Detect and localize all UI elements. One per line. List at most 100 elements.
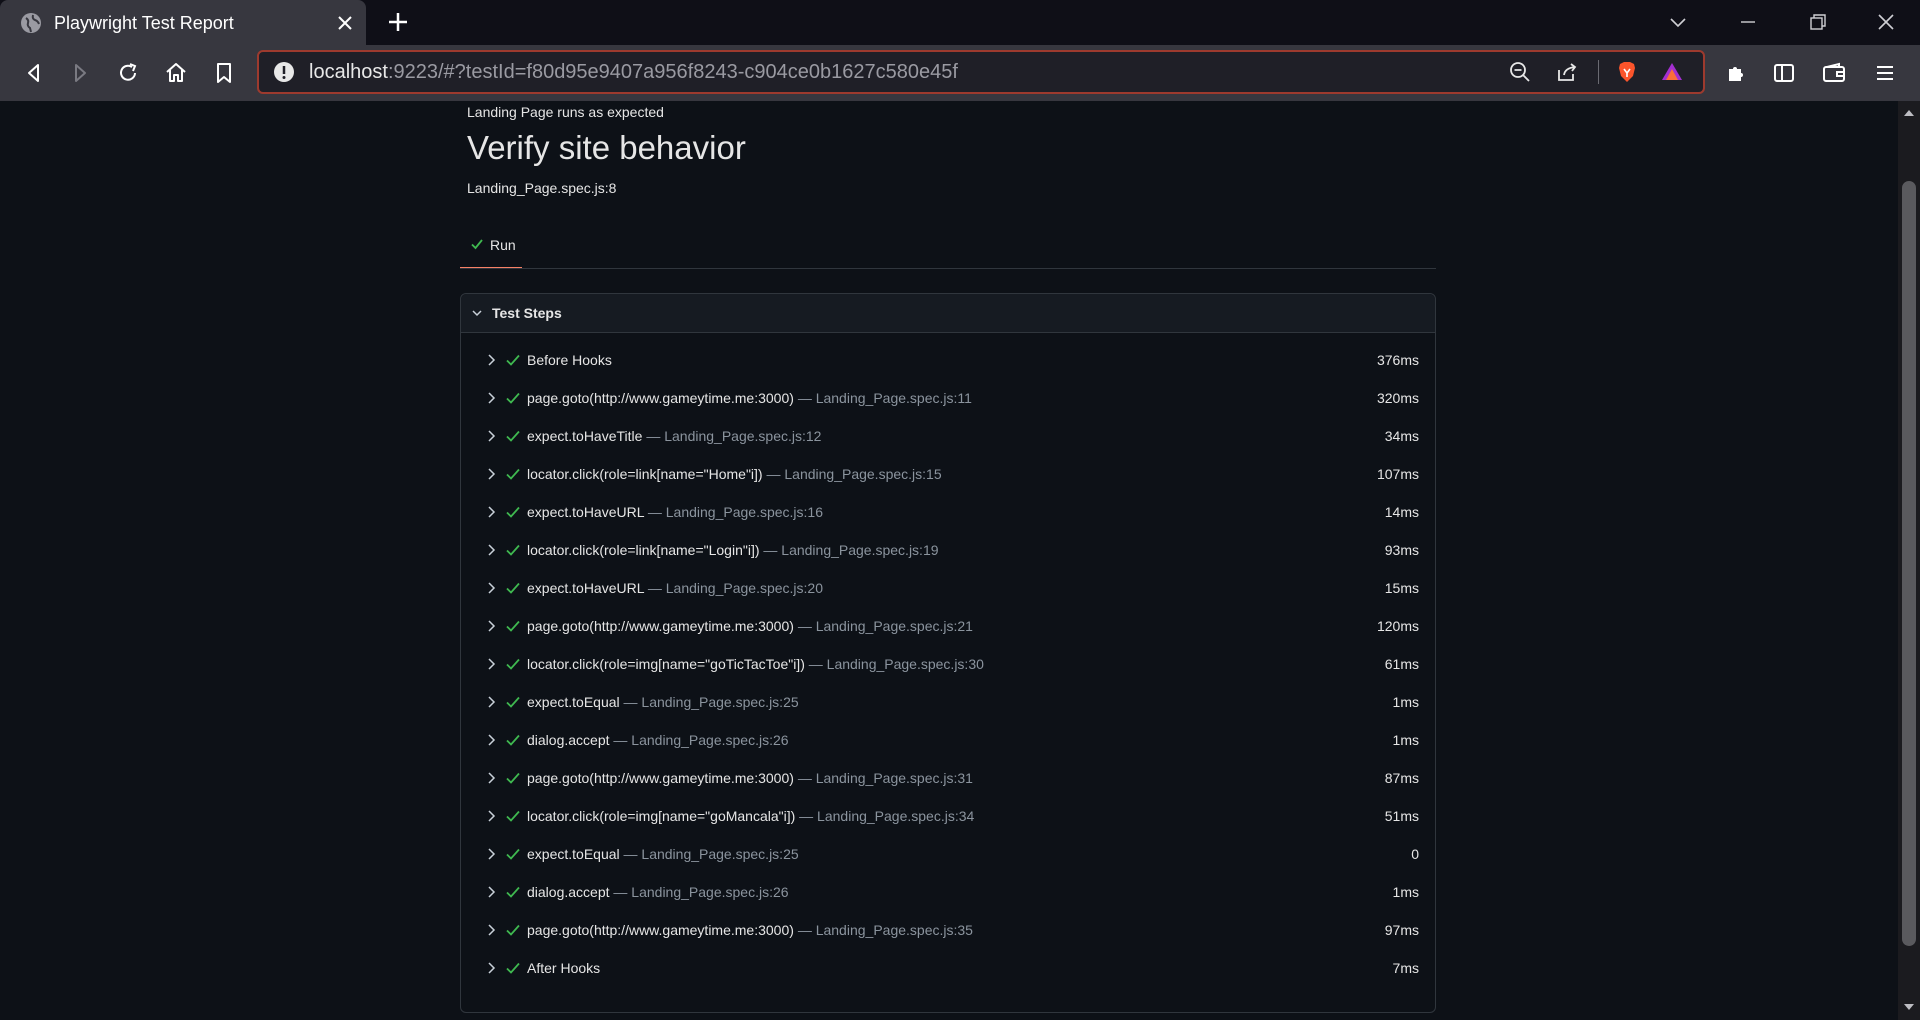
sidebar-icon[interactable] [1772, 61, 1796, 85]
check-icon [506, 582, 520, 594]
step-text: page.goto(http://www.gameytime.me:3000) … [527, 618, 973, 634]
tabs-divider [460, 268, 1436, 269]
step-row[interactable]: dialog.accept — Landing_Page.spec.js:26 1… [461, 721, 1435, 759]
test-path: Landing Page runs as expected [467, 104, 664, 120]
step-row[interactable]: locator.click(role=link[name="Home"i]) —… [461, 455, 1435, 493]
scroll-down-arrow-icon[interactable] [1903, 1001, 1915, 1013]
check-icon [506, 468, 520, 480]
step-row[interactable]: page.goto(http://www.gameytime.me:3000) … [461, 379, 1435, 417]
step-row[interactable]: locator.click(role=img[name="goTicTacToe… [461, 645, 1435, 683]
step-row[interactable]: page.goto(http://www.gameytime.me:3000) … [461, 911, 1435, 949]
step-text: After Hooks [527, 960, 600, 976]
bookmark-icon[interactable] [212, 61, 236, 85]
chevron-right-icon [488, 392, 496, 404]
step-row[interactable]: expect.toHaveURL — Landing_Page.spec.js:… [461, 569, 1435, 607]
chevron-down-icon [472, 310, 482, 317]
step-text: Before Hooks [527, 352, 612, 368]
browser-tab-active[interactable]: Playwright Test Report [0, 0, 366, 45]
page-scrollbar[interactable] [1898, 101, 1920, 1020]
step-text: expect.toEqual — Landing_Page.spec.js:25 [527, 846, 799, 862]
chevron-right-icon [488, 544, 496, 556]
step-row[interactable]: page.goto(http://www.gameytime.me:3000) … [461, 759, 1435, 797]
chevron-right-icon [488, 468, 496, 480]
step-row[interactable]: dialog.accept — Landing_Page.spec.js:26 1… [461, 873, 1435, 911]
step-location: — Landing_Page.spec.js:31 [797, 770, 973, 786]
step-location: — Landing_Page.spec.js:21 [797, 618, 973, 634]
wallet-icon[interactable] [1822, 61, 1846, 85]
reload-icon[interactable] [116, 61, 140, 85]
forward-icon[interactable] [68, 61, 92, 85]
zoom-out-icon[interactable] [1509, 61, 1531, 83]
share-icon[interactable] [1556, 61, 1578, 83]
step-location: — Landing_Page.spec.js:30 [808, 656, 984, 672]
step-text: locator.click(role=link[name="Home"i]) —… [527, 466, 942, 482]
step-row[interactable]: expect.toEqual — Landing_Page.spec.js:25… [461, 683, 1435, 721]
step-text: locator.click(role=link[name="Login"i]) … [527, 542, 939, 558]
report-page: Landing Page runs as expected Verify sit… [0, 101, 1898, 1020]
step-title: page.goto(http://www.gameytime.me:3000) [527, 922, 794, 938]
step-location: — Landing_Page.spec.js:34 [799, 808, 975, 824]
step-row[interactable]: locator.click(role=img[name="goMancala"i… [461, 797, 1435, 835]
step-location: — Landing_Page.spec.js:26 [613, 884, 789, 900]
check-icon [506, 354, 520, 366]
step-title: locator.click(role=img[name="goTicTacToe… [527, 656, 805, 672]
step-location: — Landing_Page.spec.js:20 [647, 580, 823, 596]
step-row[interactable]: expect.toEqual — Landing_Page.spec.js:25… [461, 835, 1435, 873]
tab-search-chevron-icon[interactable] [1668, 12, 1688, 32]
step-duration: 320ms [1376, 390, 1419, 406]
brave-shields-icon[interactable] [1616, 61, 1638, 83]
step-duration: 120ms [1376, 618, 1419, 634]
scroll-up-arrow-icon[interactable] [1903, 107, 1915, 119]
step-text: page.goto(http://www.gameytime.me:3000) … [527, 390, 972, 406]
check-icon [506, 772, 520, 784]
step-location: — Landing_Page.spec.js:19 [763, 542, 939, 558]
test-steps-panel: Test Steps Before Hooks 376ms page.goto(ht… [460, 293, 1436, 1013]
step-text: page.goto(http://www.gameytime.me:3000) … [527, 770, 973, 786]
chevron-right-icon [488, 658, 496, 670]
step-duration: 376ms [1376, 352, 1419, 368]
back-icon[interactable] [22, 61, 46, 85]
url-text[interactable]: localhost:9223/#?testId=f80d95e9407a956f… [309, 61, 958, 84]
chevron-right-icon [488, 886, 496, 898]
step-row[interactable]: expect.toHaveURL — Landing_Page.spec.js:… [461, 493, 1435, 531]
step-row[interactable]: After Hooks 7ms [461, 949, 1435, 987]
tab-run[interactable]: Run [460, 221, 522, 269]
address-bar[interactable]: localhost:9223/#?testId=f80d95e9407a956f… [257, 50, 1705, 94]
new-tab-icon[interactable] [386, 10, 410, 34]
step-title: page.goto(http://www.gameytime.me:3000) [527, 770, 794, 786]
step-row[interactable]: Before Hooks 376ms [461, 341, 1435, 379]
step-location: — Landing_Page.spec.js:15 [766, 466, 942, 482]
step-row[interactable]: page.goto(http://www.gameytime.me:3000) … [461, 607, 1435, 645]
restore-icon[interactable] [1808, 12, 1828, 32]
test-steps-title: Test Steps [492, 305, 562, 321]
step-location: — Landing_Page.spec.js:16 [647, 504, 823, 520]
chevron-right-icon [488, 962, 496, 974]
step-row[interactable]: locator.click(role=link[name="Login"i]) … [461, 531, 1435, 569]
chevron-right-icon [488, 696, 496, 708]
step-title: expect.toHaveURL [527, 504, 644, 520]
brave-rewards-icon[interactable] [1661, 61, 1683, 83]
close-tab-icon[interactable] [336, 14, 354, 32]
step-duration: 1ms [1392, 732, 1419, 748]
site-info-icon[interactable] [273, 61, 295, 83]
menu-icon[interactable] [1873, 61, 1897, 85]
step-title: Before Hooks [527, 352, 612, 368]
extensions-icon[interactable] [1725, 61, 1749, 85]
step-text: locator.click(role=img[name="goTicTacToe… [527, 656, 984, 672]
chevron-right-icon [488, 354, 496, 366]
minimize-icon[interactable] [1738, 12, 1758, 32]
test-location: Landing_Page.spec.js:8 [467, 180, 617, 196]
close-window-icon[interactable] [1876, 12, 1896, 32]
tab-title: Playwright Test Report [54, 13, 234, 33]
url-path: :9223/#?testId=f80d95e9407a956f8243-c904… [387, 61, 958, 83]
check-icon [506, 962, 520, 974]
check-icon [506, 696, 520, 708]
home-icon[interactable] [164, 61, 188, 85]
step-row[interactable]: expect.toHaveTitle — Landing_Page.spec.j… [461, 417, 1435, 455]
scrollbar-thumb[interactable] [1902, 181, 1916, 946]
step-duration: 87ms [1384, 770, 1419, 786]
chevron-right-icon [488, 848, 496, 860]
test-steps-header[interactable]: Test Steps [461, 294, 1435, 333]
step-title: expect.toHaveURL [527, 580, 644, 596]
check-icon [506, 886, 520, 898]
